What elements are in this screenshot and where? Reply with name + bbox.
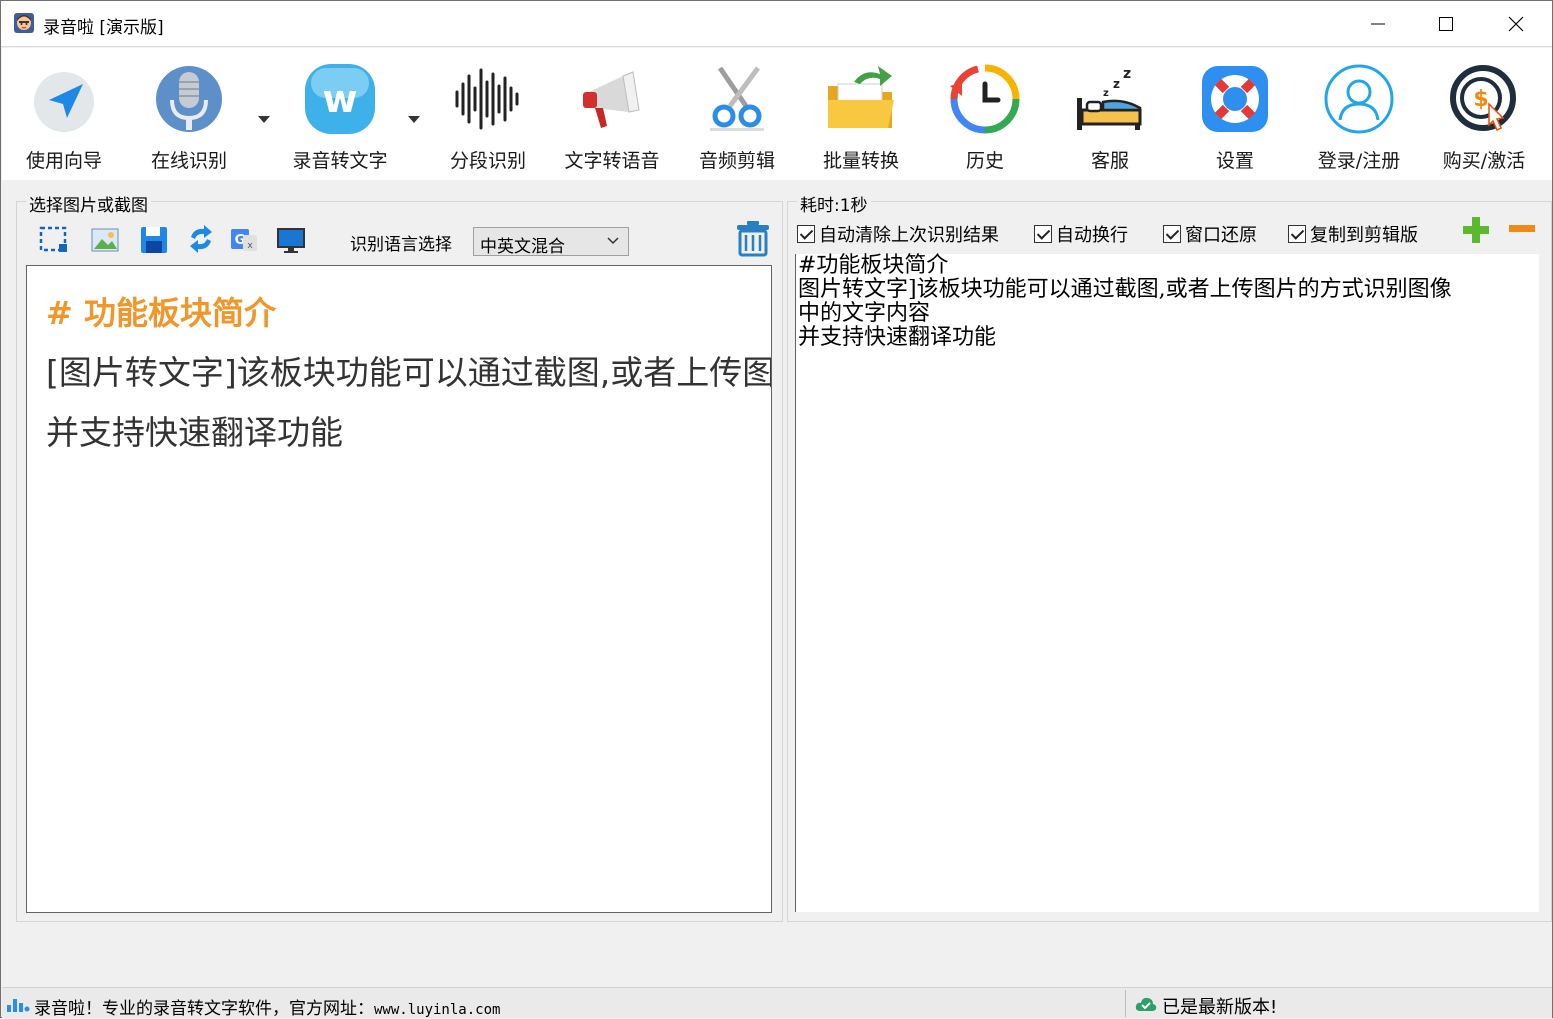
- svg-text:x: x: [247, 241, 253, 251]
- app-window: 录音啦 [演示版] 使用向导 在线识别 w 录音转文字 分段识别 文字转语音 音…: [0, 0, 1553, 1019]
- status-divider: [1125, 990, 1126, 1017]
- toolbar-segment-recognition-button[interactable]: 分段识别: [428, 56, 548, 172]
- svg-text:z: z: [1113, 77, 1120, 91]
- language-select-label: 识别语言选择: [350, 235, 452, 255]
- toolbar-label: 登录/注册: [1317, 150, 1401, 172]
- result-textarea[interactable]: #功能板块简介 图片转文字]该板块功能可以通过截图,或者上传图片的方式识别图像 …: [795, 254, 1539, 912]
- toolbar-label: 历史: [965, 150, 1004, 172]
- checkbox-box[interactable]: [1163, 225, 1181, 243]
- megaphone-icon: [583, 71, 640, 128]
- result-line: #功能板块简介: [798, 253, 949, 278]
- toolbar-audio-to-text-button[interactable]: w 录音转文字: [280, 56, 400, 172]
- toolbar-label: 录音转文字: [292, 150, 388, 172]
- toolbar-label: 设置: [1215, 150, 1254, 172]
- svg-text:$: $: [1473, 87, 1488, 112]
- trash-icon[interactable]: [735, 220, 771, 257]
- checkbox-label: 复制到剪辑版: [1310, 225, 1418, 246]
- online-recognition-dropdown-icon[interactable]: [258, 116, 270, 123]
- toolbar-batch-convert-button[interactable]: 批量转换: [801, 56, 921, 172]
- toolbar-label: 文字转语音: [564, 150, 660, 172]
- checkbox-box[interactable]: [1288, 225, 1306, 243]
- close-icon: [1508, 16, 1524, 32]
- toolbar-history-button[interactable]: 历史: [925, 56, 1045, 172]
- minimize-button[interactable]: [1344, 1, 1412, 47]
- audio-to-text-dropdown-icon[interactable]: [408, 116, 420, 123]
- checkbox-label: 自动换行: [1056, 225, 1128, 246]
- close-button[interactable]: [1482, 1, 1550, 47]
- status-message: 录音啦！专业的录音转文字软件，官方网址：www.luyinla.com: [34, 994, 500, 1019]
- checkbox-box[interactable]: [1034, 225, 1052, 243]
- title-bar: 录音啦 [演示版]: [1, 1, 1552, 47]
- toolbar-buy-activate-button[interactable]: $ 购买/激活: [1424, 56, 1544, 172]
- toolbar-label: 在线识别: [150, 150, 227, 172]
- svg-text:z: z: [1103, 88, 1109, 99]
- user-icon: [1324, 64, 1394, 134]
- auto-clear-checkbox[interactable]: 自动清除上次识别结果: [797, 222, 999, 246]
- preview-line: 并支持快速翻译功能: [46, 413, 343, 452]
- result-line: 中的文字内容: [798, 301, 931, 326]
- plus-icon[interactable]: [1461, 215, 1491, 245]
- screen-icon[interactable]: [276, 223, 306, 255]
- screenshot-select-icon[interactable]: [38, 223, 68, 255]
- chevron-down-icon: [607, 237, 619, 245]
- maximize-button[interactable]: [1412, 1, 1480, 47]
- toolbar-customer-service-button[interactable]: z z z 客服: [1050, 56, 1170, 172]
- status-bar: 录音啦！专业的录音转文字软件，官方网址：www.luyinla.com 已是最新…: [2, 987, 1552, 1019]
- checkbox-label: 自动清除上次识别结果: [819, 225, 999, 246]
- toolbar-label: 批量转换: [822, 150, 899, 172]
- waveform-icon: [455, 68, 519, 130]
- translate-icon[interactable]: G x: [229, 223, 259, 255]
- microphone-icon: [156, 66, 222, 132]
- history-clock-icon: [950, 64, 1020, 134]
- refresh-icon[interactable]: [186, 223, 216, 255]
- window-restore-checkbox[interactable]: 窗口还原: [1163, 222, 1257, 246]
- status-text: 录音啦！专业的录音转文字软件，官方网址：: [34, 999, 374, 1019]
- result-line: 图片转文字]该板块功能可以通过截图,或者上传图片的方式识别图像: [798, 277, 1452, 302]
- checkbox-label: 窗口还原: [1185, 225, 1257, 246]
- dollar-coin-icon: $: [1450, 65, 1516, 132]
- preview-heading: # 功能板块简介: [46, 294, 276, 332]
- toolbar-label: 购买/激活: [1442, 150, 1526, 172]
- preview-line: [图片转文字]该板块功能可以通过截图,或者上传图: [46, 353, 772, 392]
- navigation-arrow-icon: [34, 72, 94, 132]
- auto-wrap-checkbox[interactable]: 自动换行: [1034, 222, 1128, 246]
- toolbar-label: 分段识别: [449, 150, 526, 172]
- version-status: 已是最新版本!: [1162, 997, 1278, 1018]
- svg-text:w: w: [322, 77, 357, 121]
- save-icon[interactable]: [139, 223, 169, 255]
- minimize-icon: [1371, 23, 1385, 25]
- checkbox-box[interactable]: [797, 225, 815, 243]
- window-title: 录音啦 [演示版]: [43, 18, 164, 38]
- image-input-group-title: 选择图片或截图: [26, 191, 151, 216]
- language-select-value: 中英文混合: [480, 237, 565, 257]
- bar-chart-logo-icon: [7, 999, 30, 1012]
- copy-to-clipboard-checkbox[interactable]: 复制到剪辑版: [1288, 222, 1418, 246]
- main-toolbar: 使用向导 在线识别 w 录音转文字 分段识别 文字转语音 音频剪辑 批量转换 历…: [2, 48, 1552, 180]
- toolbar-login-register-button[interactable]: 登录/注册: [1299, 56, 1419, 172]
- toolbar-guide-button[interactable]: 使用向导: [4, 56, 124, 172]
- language-select[interactable]: 中英文混合: [473, 227, 629, 257]
- app-logo-icon: [14, 13, 34, 33]
- svg-text:z: z: [1123, 66, 1131, 82]
- w-logo-icon: w: [305, 64, 375, 134]
- lifebuoy-icon: [1202, 66, 1268, 132]
- maximize-icon: [1439, 17, 1453, 31]
- open-image-icon[interactable]: [90, 223, 120, 255]
- website-link[interactable]: www.luyinla.com: [374, 1002, 500, 1018]
- toolbar-online-recognition-button[interactable]: 在线识别: [129, 56, 249, 172]
- minus-icon[interactable]: [1508, 223, 1536, 235]
- toolbar-label: 使用向导: [25, 150, 102, 172]
- cloud-check-icon: [1135, 997, 1157, 1011]
- toolbar-label: 客服: [1090, 150, 1129, 172]
- toolbar-settings-button[interactable]: 设置: [1175, 56, 1295, 172]
- bed-sleep-icon: z z z: [1077, 66, 1142, 130]
- image-preview[interactable]: # 功能板块简介 [图片转文字]该板块功能可以通过截图,或者上传图 并支持快速翻…: [26, 265, 772, 913]
- toolbar-audio-edit-button[interactable]: 音频剪辑: [677, 56, 797, 172]
- scissors-icon: [710, 66, 764, 131]
- toolbar-text-to-speech-button[interactable]: 文字转语音: [552, 56, 672, 172]
- toolbar-label: 音频剪辑: [698, 150, 775, 172]
- elapsed-time-label: 耗时:1秒: [797, 191, 871, 216]
- result-line: 并支持快速翻译功能: [798, 325, 997, 350]
- folder-convert-icon: [828, 66, 894, 128]
